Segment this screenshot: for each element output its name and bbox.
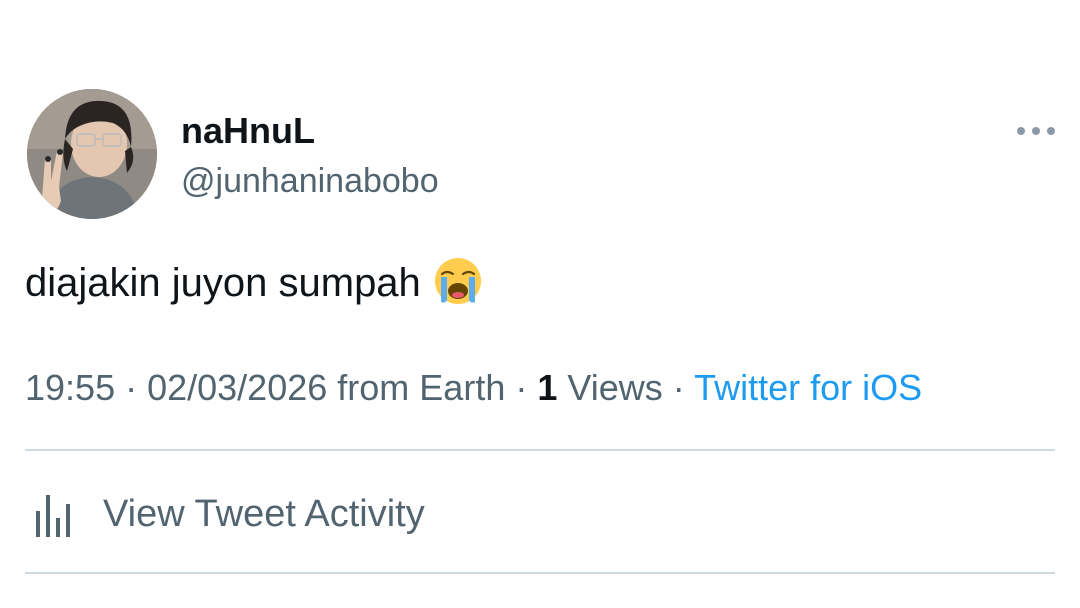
tweet-time[interactable]: 19:55 <box>25 367 115 408</box>
loudly-crying-face-icon <box>433 256 483 306</box>
divider <box>25 449 1055 451</box>
avatar[interactable] <box>27 89 157 219</box>
tweet-text: diajakin juyon sumpah <box>25 258 483 308</box>
tweet-metadata: 19:55 · 02/03/2026 from Earth · 1 Views … <box>25 366 922 410</box>
view-tweet-activity-button[interactable]: View Tweet Activity <box>25 486 425 542</box>
meta-separator: · <box>662 367 695 408</box>
bar-chart-icon <box>36 495 70 537</box>
view-tweet-activity-label: View Tweet Activity <box>103 493 425 535</box>
display-name[interactable]: naHnuL <box>181 110 315 152</box>
tweet-detail: naHnuL @junhaninabobo diajakin juyon sum… <box>0 0 1080 608</box>
more-options-button[interactable] <box>1014 120 1058 142</box>
tweet-source-link[interactable]: Twitter for iOS <box>694 367 922 408</box>
views-count: 1 <box>537 367 558 408</box>
divider <box>25 572 1055 574</box>
tweet-text-content: diajakin juyon sumpah <box>25 261 421 305</box>
username-handle[interactable]: @junhaninabobo <box>181 161 439 201</box>
more-horizontal-icon <box>1017 127 1055 135</box>
meta-separator: · <box>505 367 538 408</box>
views-label: Views <box>567 367 663 408</box>
tweet-location: from Earth <box>337 367 506 408</box>
meta-separator: · <box>115 367 148 408</box>
tweet-date[interactable]: 02/03/2026 <box>147 367 327 408</box>
